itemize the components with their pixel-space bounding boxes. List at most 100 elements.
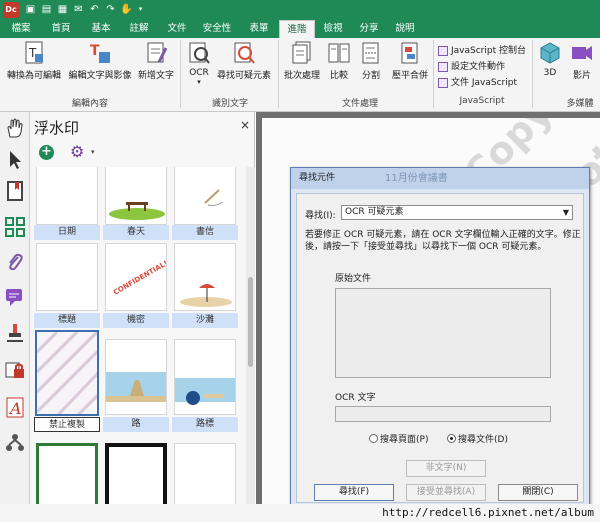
watermark-thumb-do-not-copy[interactable] [35, 330, 99, 416]
original-document-preview [335, 288, 551, 378]
js-console-icon [438, 45, 448, 56]
security-lock-icon[interactable] [4, 358, 26, 380]
group-edit-content: 編輯內容 [71, 99, 108, 109]
bookmark-icon[interactable] [4, 180, 26, 202]
ribbon-tabs: 檔案 首頁 基本 註解 文件 安全性 表單 進階 檢視 分享 說明 [0, 20, 600, 38]
redo-icon[interactable]: ↷ [104, 3, 117, 16]
source-url: http://redcell6.pixnet.net/album [382, 506, 594, 519]
dialog-body: 尋找(I): OCR 可疑元素 ▼ 若要修正 OCR 可疑元素，請在 OCR 文… [296, 193, 584, 503]
watermark-thumb-road[interactable] [105, 339, 167, 415]
comments-icon[interactable] [4, 286, 26, 308]
add-text-icon [143, 40, 169, 66]
print-icon[interactable]: ▦ [56, 3, 69, 16]
video-button[interactable]: 影片 [566, 40, 598, 81]
accept-and-find-button[interactable]: 接受並尋找(A) [406, 484, 486, 501]
watermark-thumb-spring[interactable] [105, 167, 167, 225]
watermark-thumb-title[interactable] [36, 243, 98, 311]
undo-icon[interactable]: ↶ [88, 3, 101, 16]
save-icon[interactable]: ▤ [40, 3, 53, 16]
ocr-caret-icon[interactable]: ▾ [184, 78, 214, 86]
open-icon[interactable]: ▣ [24, 3, 37, 16]
gear-icon[interactable]: ⚙ [70, 142, 84, 161]
find-label: 尋找(I): [305, 211, 336, 221]
attachment-icon[interactable] [4, 252, 26, 274]
radio-on-icon [447, 434, 456, 443]
not-text-button[interactable]: 非文字(N) [406, 460, 486, 477]
signature-stamp-icon[interactable] [4, 322, 26, 344]
search-page-radio[interactable]: 搜尋頁面(P) [369, 432, 428, 445]
watermark-thumb-letter[interactable] [174, 167, 236, 225]
hand-icon[interactable] [4, 117, 26, 139]
ribbon: T 轉換為可編輯 T 編輯文字與影像 新增文字 OCR ▾ 尋找可疑元素 批次處… [0, 38, 600, 112]
tab-help[interactable]: 說明 [390, 20, 420, 38]
tab-document[interactable]: 文件 [162, 20, 192, 38]
select-arrow-icon[interactable] [4, 148, 26, 170]
find-element-dialog: 尋找元件 11月份會議書 尋找(I): OCR 可疑元素 ▼ 若要修正 OCR … [290, 167, 590, 507]
gear-caret-icon[interactable]: ▾ [91, 148, 95, 156]
doc-javascript-icon [438, 77, 448, 88]
tab-forms[interactable]: 表單 [244, 20, 274, 38]
watermark-thumb-signpost[interactable] [174, 339, 236, 415]
watermark-panel: 浮水印 × + ⚙ ▾ 日期 春天 書信 標題 CONFIDENTIAL! 機密… [30, 112, 255, 504]
tab-share[interactable]: 分享 [354, 20, 384, 38]
thumb-label: 日期 [34, 225, 100, 240]
convert-editable-button[interactable]: T 轉換為可編輯 [4, 40, 64, 81]
find-suspect-button[interactable]: 尋找可疑元素 [214, 40, 274, 81]
watermark-thumb-green-border[interactable] [36, 443, 98, 504]
batch-process-button[interactable]: 批次處理 [282, 40, 322, 81]
thumb-label: 機密 [103, 313, 169, 328]
add-text-button[interactable]: 新增文字 [134, 40, 178, 81]
ocr-text-input[interactable] [335, 406, 551, 422]
close-icon[interactable]: × [240, 118, 250, 132]
close-button[interactable]: 關閉(C) [498, 484, 578, 501]
edit-text-image-button[interactable]: T 編輯文字與影像 [66, 40, 134, 81]
left-tool-strip: A [0, 112, 30, 522]
edit-text-image-icon: T [87, 40, 113, 66]
find-button[interactable]: 尋找(F) [314, 484, 394, 501]
doc-javascript-button[interactable]: 文件 JavaScript [438, 75, 517, 88]
ocr-text-label: OCR 文字 [335, 393, 376, 403]
thumb-label: 路 [103, 417, 169, 432]
email-icon[interactable]: ✉ [72, 3, 85, 16]
watermark-thumb-confidential[interactable]: CONFIDENTIAL! [105, 243, 167, 311]
ocr-button[interactable]: OCR ▾ [184, 40, 214, 86]
set-doc-actions-button[interactable]: 設定文件動作 [438, 59, 505, 72]
watermark-thumb-blank[interactable] [174, 443, 236, 504]
split-icon [358, 40, 384, 66]
hand-tool-icon[interactable]: ✋ [120, 3, 133, 16]
split-button[interactable]: 分割 [356, 40, 386, 81]
watermark-thumb-beach[interactable] [174, 243, 236, 311]
flatten-button[interactable]: 壓平合併 [388, 40, 432, 81]
search-document-radio[interactable]: 搜尋文件(D) [447, 432, 508, 445]
3d-button[interactable]: 3D [536, 40, 564, 78]
tab-comment[interactable]: 註解 [124, 20, 154, 38]
convert-editable-icon: T [21, 40, 47, 66]
group-multimedia: 多媒體 [566, 99, 594, 109]
chevron-down-icon: ▼ [562, 208, 569, 217]
3d-icon [537, 40, 563, 66]
doc-actions-icon [438, 61, 448, 72]
tab-basic[interactable]: 基本 [86, 20, 116, 38]
tab-home[interactable]: 首頁 [46, 20, 76, 38]
watermark-thumb-date[interactable] [36, 167, 98, 225]
fonts-icon[interactable]: A [4, 396, 26, 418]
tab-file[interactable]: 檔案 [6, 20, 36, 38]
layers-tree-icon[interactable] [4, 432, 26, 454]
add-watermark-button[interactable]: + [39, 145, 54, 160]
group-recognize-text: 識別文字 [211, 99, 248, 109]
tab-security[interactable]: 安全性 [199, 20, 235, 38]
find-suspect-icon [231, 40, 257, 66]
tab-view[interactable]: 檢視 [318, 20, 348, 38]
title-bar: Dc ▣ ▤ ▦ ✉ ↶ ↷ ✋ ▾ [0, 0, 600, 20]
panel-scrollbar[interactable] [246, 167, 255, 504]
acrobat-logo-icon: Dc [3, 2, 19, 18]
js-console-button[interactable]: JavaScript 控制台 [438, 43, 526, 56]
watermark-thumb-black-border[interactable] [105, 443, 167, 504]
customize-caret-icon[interactable]: ▾ [134, 3, 147, 16]
compare-button[interactable]: 比較 [324, 40, 354, 81]
find-type-select[interactable]: OCR 可疑元素 ▼ [341, 205, 573, 220]
scrollbar-thumb[interactable] [248, 277, 253, 367]
tab-advanced[interactable]: 進階 [279, 20, 315, 38]
page-thumbnails-icon[interactable] [4, 216, 26, 238]
source-url-bar: http://redcell6.pixnet.net/album [0, 504, 600, 522]
